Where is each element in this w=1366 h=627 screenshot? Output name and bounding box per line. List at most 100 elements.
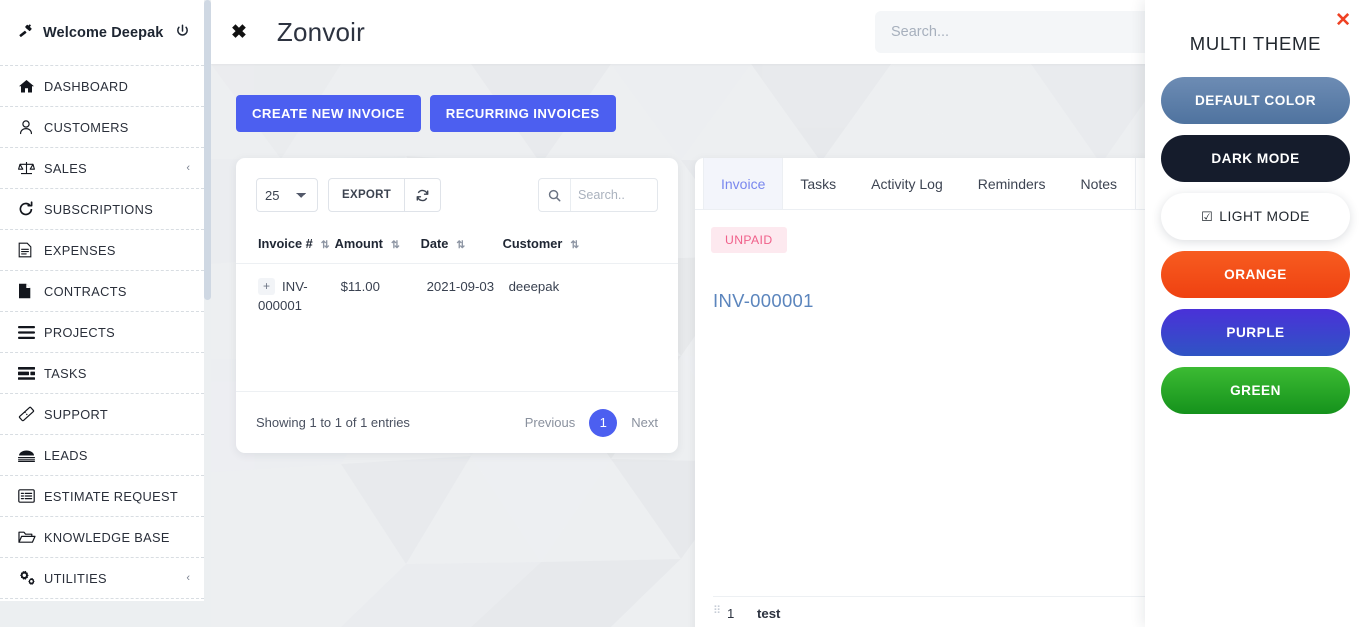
close-icon[interactable]: ✕ — [1335, 11, 1351, 30]
recurring-invoices-button[interactable]: RECURRING INVOICES — [430, 95, 616, 132]
sidebar-item-utilities[interactable]: UTILITIES ‹ — [0, 558, 204, 599]
sidebar-item-contracts[interactable]: CONTRACTS — [0, 271, 204, 312]
sidebar-item-leads[interactable]: LEADS — [0, 435, 204, 476]
tab-tasks[interactable]: Tasks — [783, 158, 854, 209]
tasks-icon — [18, 367, 44, 380]
app-root: Welcome Deepak DASHBOARD CUSTOMERS SALES… — [0, 0, 1366, 627]
table-search-input[interactable] — [571, 188, 657, 202]
drag-handle-icon[interactable]: ⠿ — [713, 606, 727, 618]
theme-button-list: DEFAULT COLOR DARK MODE ☑ LIGHT MODE ORA… — [1145, 55, 1366, 414]
sidebar-label: SALES — [44, 161, 186, 176]
file-icon — [18, 283, 44, 299]
table-head: Invoice #⇅ Amount ⇅ Date ⇅ Customer ⇅ — [236, 228, 678, 264]
sidebar-label: LEADS — [44, 448, 190, 463]
power-icon[interactable] — [175, 24, 190, 42]
check-icon: ☑ — [1201, 209, 1213, 225]
tab-activity-log[interactable]: Activity Log — [854, 158, 961, 209]
sidebar-item-tasks[interactable]: TASKS — [0, 353, 204, 394]
create-new-invoice-button[interactable]: CREATE NEW INVOICE — [236, 95, 421, 132]
multi-theme-panel: ✕ MULTI THEME DEFAULT COLOR DARK MODE ☑ … — [1145, 0, 1366, 627]
table-footer: Showing 1 to 1 of 1 entries Previous 1 N… — [236, 391, 678, 453]
cell-customer: deeepak — [503, 264, 678, 330]
sidebar-label: ESTIMATE REQUEST — [44, 489, 190, 504]
sidebar: Welcome Deepak DASHBOARD CUSTOMERS SALES… — [0, 0, 204, 627]
sidebar-label: TASKS — [44, 366, 190, 381]
row-expander-button[interactable]: + — [258, 278, 275, 295]
sidebar-label: SUPPORT — [44, 407, 190, 422]
list-toolbar: 25 50 100 EXPORT — [236, 158, 678, 212]
table-header-row: Invoice #⇅ Amount ⇅ Date ⇅ Customer ⇅ — [236, 228, 678, 264]
pagination-next[interactable]: Next — [631, 415, 658, 430]
gavel-icon — [18, 23, 34, 42]
sidebar-item-support[interactable]: SUPPORT — [0, 394, 204, 435]
folder-open-icon — [18, 530, 44, 544]
welcome-text: Welcome Deepak — [43, 25, 175, 41]
pagination-page-1[interactable]: 1 — [589, 409, 617, 437]
search-icon — [539, 179, 571, 211]
home-icon — [18, 79, 44, 94]
sidebar-label: CUSTOMERS — [44, 120, 190, 135]
theme-purple-button[interactable]: PURPLE — [1161, 309, 1350, 356]
line-item-index: 1 — [727, 606, 757, 621]
pagination: Previous 1 Next — [525, 409, 658, 437]
table-row[interactable]: +INV-000001 $11.00 2021-09-03 deeepak — [236, 264, 678, 330]
theme-green-button[interactable]: GREEN — [1161, 367, 1350, 414]
pagination-previous[interactable]: Previous — [525, 415, 576, 430]
tab-invoice[interactable]: Invoice — [703, 158, 783, 209]
cell-amount: $11.00 — [335, 264, 421, 330]
sidebar-item-expenses[interactable]: EXPENSES — [0, 230, 204, 271]
bars-icon — [18, 326, 44, 339]
status-badge: UNPAID — [711, 227, 787, 253]
sidebar-item-knowledge-base[interactable]: KNOWLEDGE BASE — [0, 517, 204, 558]
sidebar-item-projects[interactable]: PROJECTS — [0, 312, 204, 353]
sidebar-welcome: Welcome Deepak — [0, 0, 204, 66]
column-header-customer[interactable]: Customer ⇅ — [503, 228, 678, 264]
column-header-date[interactable]: Date ⇅ — [421, 228, 503, 264]
list-alt-icon — [18, 489, 44, 503]
sidebar-label: SUBSCRIPTIONS — [44, 202, 190, 217]
export-button[interactable]: EXPORT — [328, 178, 405, 212]
sidebar-item-estimate-request[interactable]: ESTIMATE REQUEST — [0, 476, 204, 517]
chevron-icon: ‹ — [186, 162, 190, 174]
sidebar-item-customers[interactable]: CUSTOMERS — [0, 107, 204, 148]
theme-dark-mode-button[interactable]: DARK MODE — [1161, 135, 1350, 182]
column-label: Amount — [335, 236, 383, 251]
theme-light-mode-button[interactable]: ☑ LIGHT MODE — [1161, 193, 1350, 240]
theme-orange-button[interactable]: ORANGE — [1161, 251, 1350, 298]
sort-icon[interactable]: ⇅ — [456, 239, 464, 251]
theme-panel-title: MULTI THEME — [1145, 0, 1366, 55]
column-header-invoice[interactable]: Invoice #⇅ — [236, 228, 335, 264]
leads-icon — [18, 449, 44, 462]
sidebar-footer — [0, 601, 204, 627]
refresh-icon[interactable] — [405, 178, 441, 212]
file-text-icon — [18, 242, 44, 258]
tab-reminders[interactable]: Reminders — [961, 158, 1064, 209]
entries-info: Showing 1 to 1 of 1 entries — [256, 415, 410, 430]
cogs-icon — [18, 570, 44, 586]
sort-icon[interactable]: ⇅ — [570, 239, 578, 251]
column-header-amount[interactable]: Amount ⇅ — [335, 228, 421, 264]
sidebar-item-sales[interactable]: SALES ‹ — [0, 148, 204, 189]
sidebar-label: EXPENSES — [44, 243, 190, 258]
sort-desc-icon[interactable]: ⇅ — [321, 239, 329, 251]
sidebar-scrollbar[interactable] — [204, 0, 211, 601]
cell-invoice: +INV-000001 — [236, 264, 335, 330]
column-label: Customer — [503, 236, 563, 251]
scrollbar-thumb[interactable] — [204, 0, 211, 300]
table-body: +INV-000001 $11.00 2021-09-03 deeepak — [236, 264, 678, 330]
refresh-icon — [18, 201, 44, 217]
sidebar-item-dashboard[interactable]: DASHBOARD — [0, 66, 204, 107]
column-label: Date — [421, 236, 449, 251]
theme-default-color-button[interactable]: DEFAULT COLOR — [1161, 77, 1350, 124]
sidebar-label: CONTRACTS — [44, 284, 190, 299]
sidebar-item-subscriptions[interactable]: SUBSCRIPTIONS — [0, 189, 204, 230]
sidebar-label: KNOWLEDGE BASE — [44, 530, 190, 545]
page-length-select[interactable]: 25 50 100 — [256, 178, 318, 212]
sort-icon[interactable]: ⇅ — [391, 239, 399, 251]
line-item-name-block: test test — [757, 606, 1161, 627]
tab-notes[interactable]: Notes — [1063, 158, 1135, 209]
invoice-action-buttons: CREATE NEW INVOICE RECURRING INVOICES — [236, 95, 616, 132]
table-search[interactable] — [538, 178, 658, 212]
sidebar-label: UTILITIES — [44, 571, 186, 586]
close-icon[interactable]: ✖ — [231, 23, 247, 42]
